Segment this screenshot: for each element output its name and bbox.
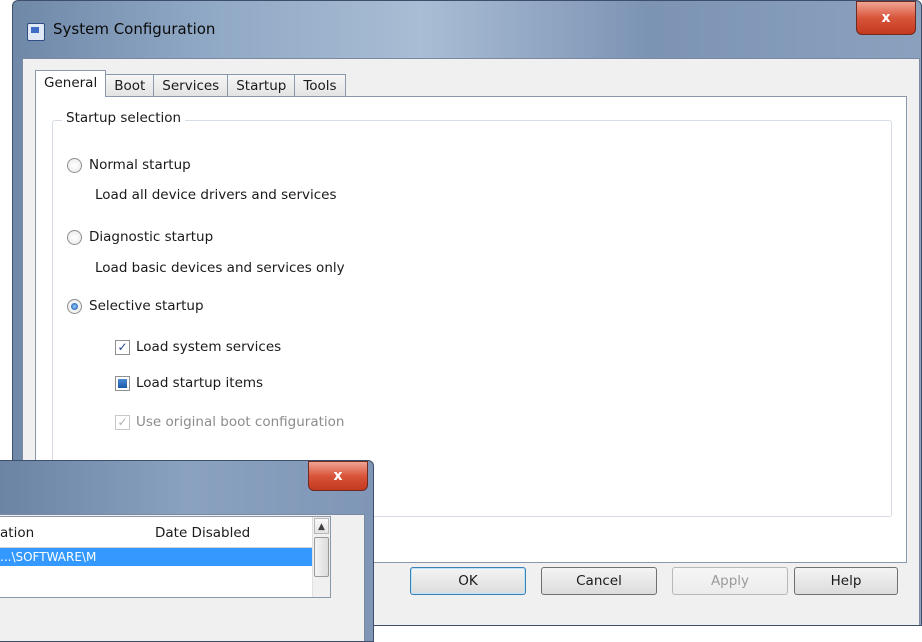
load-system-services-checkbox[interactable]: ✓ Load system services <box>115 339 281 355</box>
scroll-up-arrow-icon[interactable]: ▲ <box>314 518 329 534</box>
checkmark-icon: ✓ <box>115 339 130 355</box>
msconfig-app-icon <box>27 23 45 41</box>
normal-startup-radio[interactable]: Normal startup <box>67 157 191 173</box>
tab-boot[interactable]: Boot <box>105 74 155 97</box>
startup-selection-label: Startup selection <box>62 110 186 126</box>
help-button[interactable]: Help <box>794 567 898 595</box>
radio-button-icon <box>67 229 82 245</box>
title-bar[interactable]: System Configuration x <box>13 1 921 61</box>
radio-button-selected-icon <box>67 298 82 314</box>
load-startup-items-checkbox[interactable]: Load startup items <box>115 375 263 391</box>
tab-tools[interactable]: Tools <box>294 74 346 97</box>
close-button[interactable]: x <box>856 1 916 35</box>
indeterminate-checkbox-icon <box>115 375 130 391</box>
list-item-selected[interactable]: ...\SOFTWARE\M <box>0 548 312 566</box>
radio-button-icon <box>67 157 82 173</box>
tab-startup[interactable]: Startup <box>227 74 296 97</box>
use-original-boot-label: Use original boot configuration <box>136 414 345 430</box>
disabled-checkmark-icon: ✓ <box>115 414 130 430</box>
tab-general[interactable]: General <box>35 70 107 97</box>
window-title: System Configuration <box>53 20 216 38</box>
load-startup-items-label: Load startup items <box>136 375 264 391</box>
diagnostic-startup-description: Load basic devices and services only <box>95 260 345 276</box>
ok-button[interactable]: OK <box>410 567 526 595</box>
scrollbar-thumb[interactable] <box>314 537 329 577</box>
startup-items-window: x ation Date Disabled ...\SOFTWARE\M ▲ <box>0 460 374 642</box>
close-button[interactable]: x <box>308 461 368 491</box>
apply-button: Apply <box>672 567 788 595</box>
selective-startup-radio[interactable]: Selective startup <box>67 298 204 314</box>
tab-strip: General Boot Services Startup Tools <box>35 70 346 97</box>
column-header-date-disabled[interactable]: Date Disabled <box>155 525 250 541</box>
tab-services[interactable]: Services <box>153 74 229 97</box>
use-original-boot-checkbox: ✓ Use original boot configuration <box>115 414 345 430</box>
cancel-button[interactable]: Cancel <box>541 567 657 595</box>
vertical-scrollbar[interactable]: ▲ <box>312 517 330 597</box>
diagnostic-startup-radio[interactable]: Diagnostic startup <box>67 229 213 245</box>
list-header: ation Date Disabled <box>0 517 312 548</box>
startup-items-list[interactable]: ation Date Disabled ...\SOFTWARE\M ▲ <box>0 516 331 598</box>
load-system-services-label: Load system services <box>136 339 282 355</box>
startup-selection-group <box>52 120 892 517</box>
diagnostic-startup-label: Diagnostic startup <box>89 229 214 245</box>
normal-startup-description: Load all device drivers and services <box>95 187 337 203</box>
column-header-location[interactable]: ation <box>0 525 34 541</box>
selective-startup-label: Selective startup <box>89 298 204 314</box>
normal-startup-label: Normal startup <box>89 157 191 173</box>
